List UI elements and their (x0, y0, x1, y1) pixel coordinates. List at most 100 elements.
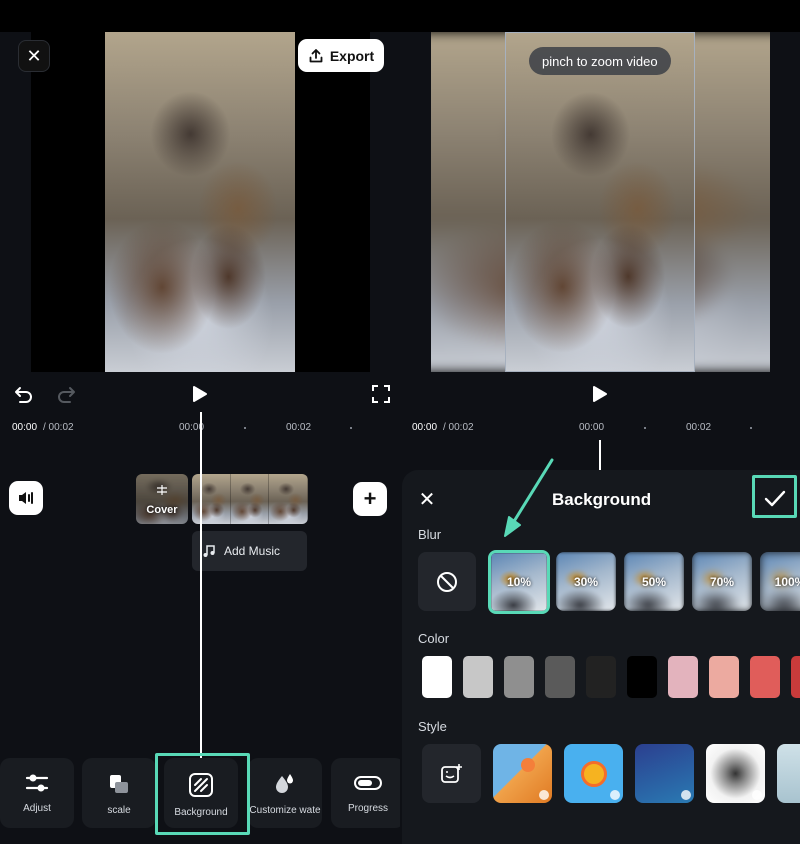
export-button[interactable]: Export (298, 39, 384, 72)
sliders-icon (25, 774, 49, 792)
undo-button[interactable] (12, 382, 36, 406)
preview-canvas[interactable] (431, 32, 770, 372)
playhead[interactable] (200, 412, 202, 762)
color-swatch[interactable] (463, 656, 493, 698)
preview-canvas[interactable] (31, 32, 370, 372)
timeline-ruler: 00:00 / 00:02 00:00 00:02 (400, 420, 800, 436)
close-button[interactable]: ✕ (18, 40, 50, 72)
edit-cover-icon (157, 485, 167, 495)
color-swatch[interactable] (791, 656, 800, 698)
video-frame (105, 32, 295, 372)
style-decor (581, 761, 607, 787)
tick-dot (750, 427, 752, 429)
play-icon (193, 386, 207, 402)
download-icon (539, 790, 549, 800)
tool-scale[interactable]: scale (82, 758, 156, 828)
tick-end: 00:02 (286, 422, 312, 433)
cover-label: Cover (146, 504, 178, 516)
color-swatch[interactable] (750, 656, 780, 698)
status-bar (0, 0, 400, 32)
color-swatch[interactable] (422, 656, 452, 698)
play-button[interactable] (188, 382, 212, 406)
color-swatch[interactable] (709, 656, 739, 698)
clip-frame (269, 474, 308, 524)
video-preview[interactable] (0, 32, 400, 372)
panel-close-button[interactable]: ✕ (416, 488, 438, 511)
blur-option-100[interactable]: 100% (760, 552, 800, 611)
video-preview[interactable] (400, 32, 800, 372)
status-bar (400, 0, 800, 32)
scale-icon (110, 775, 128, 793)
download-icon (681, 790, 691, 800)
tool-progress[interactable]: Progress (331, 758, 400, 828)
tick-dot (644, 427, 646, 429)
color-swatch[interactable] (586, 656, 616, 698)
color-swatch[interactable] (545, 656, 575, 698)
color-swatch[interactable] (627, 656, 657, 698)
fullscreen-icon (372, 385, 390, 403)
blur-value: 50% (641, 574, 667, 589)
playhead[interactable] (599, 440, 601, 470)
style-option-4[interactable] (706, 744, 765, 803)
cover-thumbnail[interactable]: Cover (136, 474, 188, 524)
blur-value: 30% (573, 574, 599, 589)
download-icon (610, 790, 620, 800)
play-button[interactable] (588, 382, 612, 406)
color-swatch[interactable] (504, 656, 534, 698)
blur-option-70[interactable]: 70% (692, 552, 752, 611)
speaker-icon (19, 492, 33, 504)
tool-customize-watermark[interactable]: Customize wate (248, 758, 322, 828)
confirm-button-highlight (752, 475, 797, 518)
close-icon: ✕ (26, 45, 42, 66)
tool-adjust[interactable]: Adjust (0, 758, 74, 828)
time-total: / 00:02 (43, 422, 74, 433)
video-frame (505, 32, 695, 372)
background-panel: ✕ Background Blur 10% 30% 50% 70% 100 Co… (402, 470, 800, 844)
watermark-icon (276, 774, 293, 793)
add-clip-button[interactable]: + (353, 482, 387, 516)
music-note-icon (203, 545, 215, 557)
tick-end: 00:02 (686, 422, 712, 433)
style-decor (521, 758, 535, 772)
progress-icon (354, 776, 382, 790)
tick-start: 00:00 (579, 422, 605, 433)
blur-option-30[interactable]: 30% (556, 552, 616, 611)
zoom-hint: pinch to zoom video (529, 47, 671, 75)
tool-label: Customize wate (249, 805, 321, 816)
blur-none-button[interactable] (418, 552, 476, 611)
time-total: / 00:02 (443, 422, 474, 433)
color-section-label: Color (418, 631, 450, 646)
background-tool-highlight (155, 753, 250, 835)
app-root: ✕ Export 00:00 / 00:02 00:00 00:02 Cover… (0, 0, 800, 844)
blur-section-label: Blur (418, 527, 442, 542)
panel-title: Background (552, 490, 652, 509)
style-option-5[interactable] (777, 744, 800, 803)
style-option-1[interactable] (493, 744, 552, 803)
blur-value: 10% (506, 575, 532, 589)
tool-label: Progress (347, 803, 388, 814)
style-option-2[interactable] (564, 744, 623, 803)
color-swatches (422, 656, 800, 698)
time-current: 00:00 (12, 422, 38, 433)
style-section-label: Style (418, 719, 447, 734)
tick-dot (350, 427, 352, 429)
left-editor-pane: ✕ Export 00:00 / 00:02 00:00 00:02 Cover… (0, 0, 400, 844)
blur-option-50[interactable]: 50% (624, 552, 684, 611)
add-music-label: Add Music (224, 544, 281, 558)
play-icon (593, 386, 607, 402)
mute-button[interactable] (9, 481, 43, 515)
video-clip[interactable] (192, 474, 308, 524)
add-custom-style-button[interactable] (422, 744, 481, 803)
plus-icon: + (363, 486, 377, 511)
tool-label: Adjust (23, 803, 51, 814)
style-option-3[interactable] (635, 744, 694, 803)
upload-icon (309, 48, 323, 62)
add-music-button[interactable]: Add Music (192, 531, 307, 571)
blur-option-10[interactable]: 10% (488, 550, 550, 614)
redo-button[interactable] (54, 382, 78, 406)
fullscreen-button[interactable] (369, 382, 393, 406)
color-swatch[interactable] (668, 656, 698, 698)
undo-icon (15, 387, 32, 403)
blur-value: 70% (709, 574, 735, 589)
tick-dot (244, 427, 246, 429)
